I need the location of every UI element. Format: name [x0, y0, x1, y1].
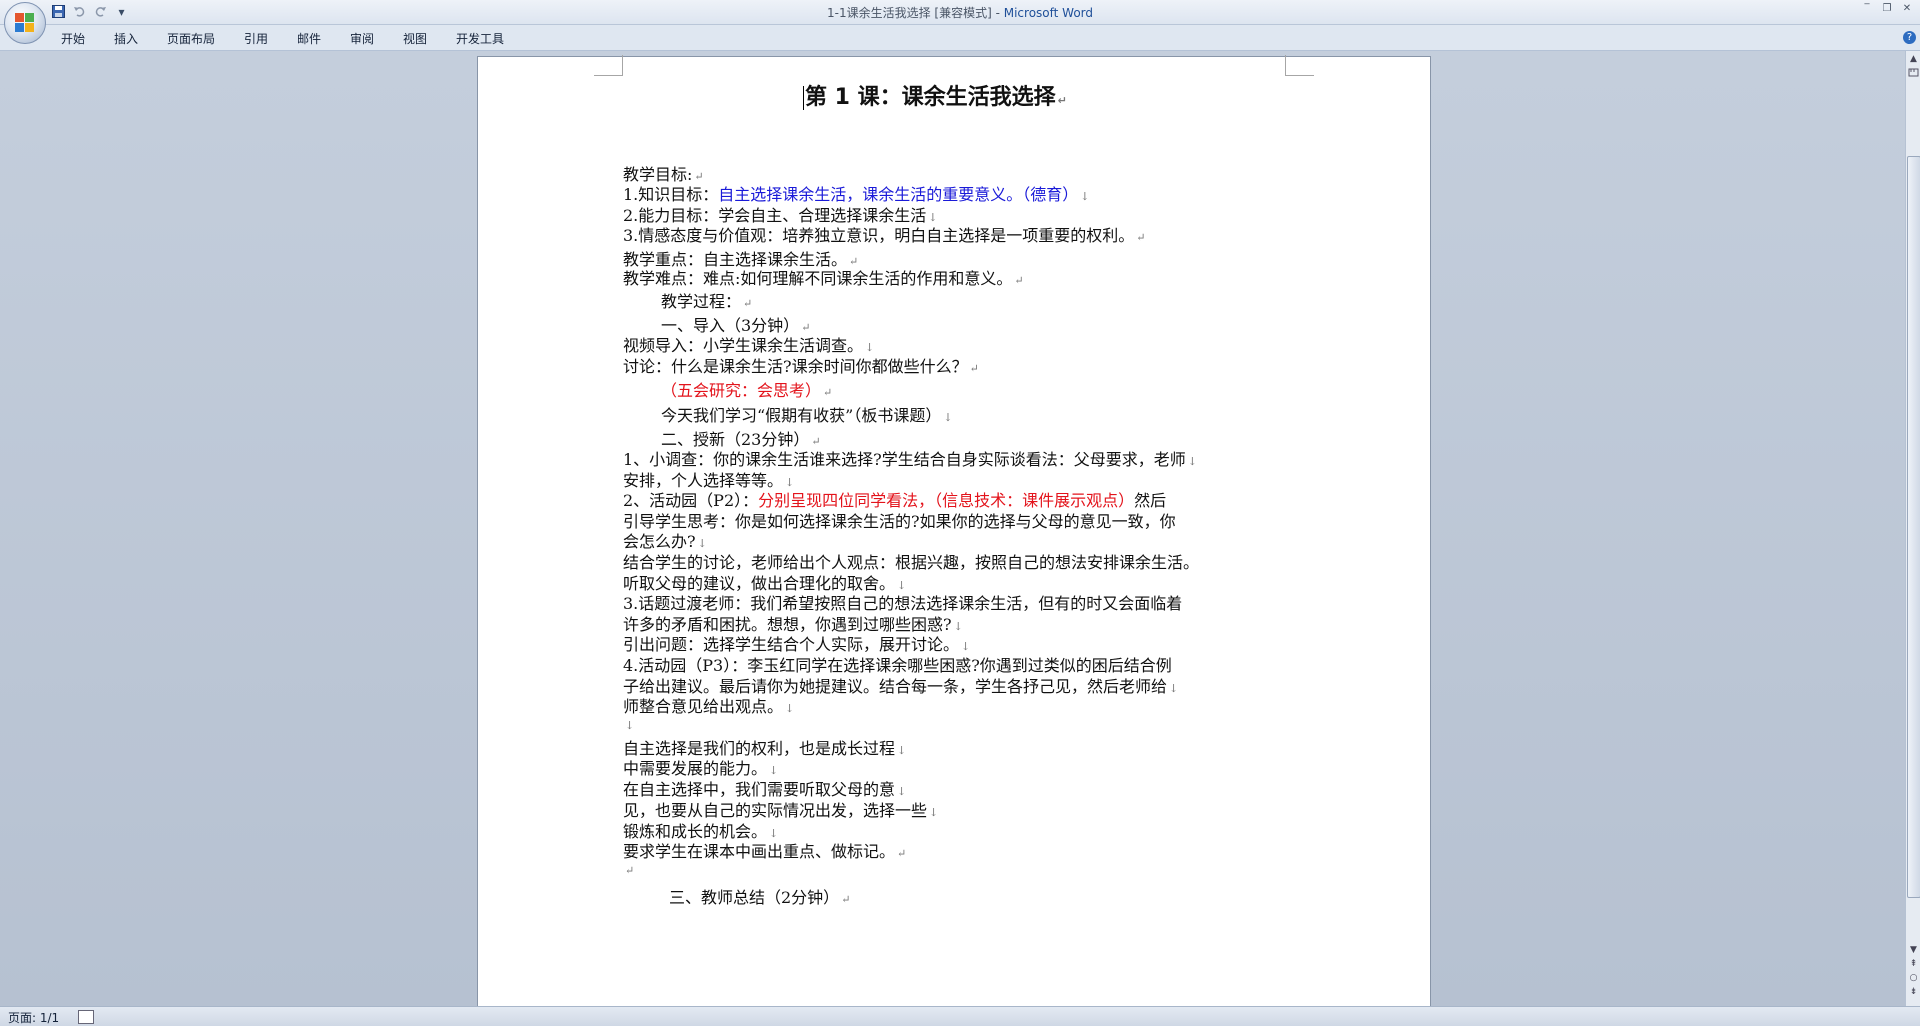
document-line[interactable]: 师整合意见给出观点。 ↓ — [623, 693, 794, 717]
minimize-button[interactable]: ‾ — [1860, 2, 1874, 16]
document-line[interactable]: 教学过程： ↵ — [661, 288, 752, 312]
paragraph-mark: ↓ — [929, 806, 939, 819]
document-title: 1-1课余生活我选择 [兼容模式] — [826, 6, 992, 20]
text-cursor — [803, 86, 804, 110]
document-line[interactable]: 教学难点：难点:如何理解不同课余生活的作用和意义。 ↵ — [623, 265, 1024, 289]
office-logo-icon — [15, 13, 35, 33]
paragraph-mark: ↓ — [625, 719, 635, 732]
app-name: Microsoft Word — [1003, 6, 1094, 20]
window-controls: ‾ ❐ ✕ — [1860, 2, 1914, 16]
tab-page-layout[interactable]: 页面布局 — [167, 30, 215, 47]
paragraph-mark: ↵ — [1057, 94, 1067, 107]
document-line[interactable]: 要求学生在课本中画出重点、做标记。 ↵ — [623, 838, 906, 862]
status-bar: 页面: 1/1 — [0, 1006, 1920, 1026]
tab-view[interactable]: 视图 — [403, 30, 427, 47]
paragraph-mark: ↵ — [841, 893, 851, 906]
document-heading[interactable]: 第 1 课：课余生活我选择 ↵ — [803, 79, 1067, 111]
ribbon-tab-bar: 开始 插入 页面布局 引用 邮件 审阅 视图 开发工具 ? — [0, 25, 1920, 51]
paragraph-mark: ↓ — [1187, 455, 1197, 468]
tab-developer[interactable]: 开发工具 — [456, 30, 504, 47]
paragraph-mark: ↓ — [943, 411, 953, 424]
document-text-run: 师整合意见给出观点。 — [623, 697, 784, 716]
title-separator: - — [991, 6, 1004, 20]
tab-insert[interactable]: 插入 — [114, 30, 138, 47]
tab-home[interactable]: 开始 — [61, 30, 85, 47]
paragraph-mark: ↵ — [823, 386, 833, 399]
document-line[interactable]: 今天我们学习“假期有收获”（板书课题） ↓ — [661, 402, 953, 426]
page-count-status[interactable]: 页面: 1/1 — [8, 1009, 59, 1026]
document-line[interactable]: 3.情感态度与价值观：培养独立意识，明白自主选择是一项重要的权利。 ↵ — [623, 222, 1146, 246]
paragraph-mark: ↵ — [897, 847, 907, 860]
document-line[interactable]: ↵ — [623, 859, 634, 878]
paragraph-mark: ↵ — [969, 362, 979, 375]
document-workspace: 第 1 课：课余生活我选择 ↵ 教学目标: ↵ 1.知识目标：自主选择课余生活，课余生… — [0, 51, 1905, 1006]
select-browse-object-icon[interactable]: ○ — [1907, 972, 1920, 985]
document-line[interactable]: 讨论：什么是课余生活?课余时间你都做些什么？ ↵ — [623, 353, 979, 377]
document-page[interactable]: 第 1 课：课余生活我选择 ↵ 教学目标: ↵ 1.知识目标：自主选择课余生活，课余生… — [478, 55, 1430, 1006]
tab-references[interactable]: 引用 — [244, 30, 268, 47]
paragraph-mark: ↵ — [625, 864, 635, 877]
office-button[interactable] — [4, 2, 46, 44]
help-icon[interactable]: ? — [1903, 31, 1916, 44]
ruler-toggle-icon[interactable] — [1907, 67, 1920, 80]
document-text-run: 三、教师总结（2分钟） — [669, 888, 840, 907]
restore-button[interactable]: ❐ — [1880, 2, 1894, 16]
page-corner-mark — [1285, 55, 1314, 76]
document-line[interactable]: ↓ — [623, 714, 634, 733]
tab-mailings[interactable]: 邮件 — [297, 30, 321, 47]
document-text-run: （五会研究：会思考） — [661, 381, 822, 400]
document-text-run: 3.情感态度与价值观：培养独立意识，明白自主选择是一项重要的权利。 — [623, 226, 1135, 245]
paragraph-mark: ↵ — [743, 297, 753, 310]
document-line[interactable]: 三、教师总结（2分钟） ↵ — [669, 884, 850, 908]
close-button[interactable]: ✕ — [1900, 2, 1914, 16]
document-line[interactable]: （五会研究：会思考） ↵ — [661, 377, 832, 401]
document-text-run: 教学过程： — [661, 292, 742, 311]
document-text-run: 教学难点：难点:如何理解不同课余生活的作用和意义。 — [623, 269, 1013, 288]
previous-page-icon[interactable]: ⇞ — [1907, 958, 1920, 971]
next-page-icon[interactable]: ⇟ — [1907, 986, 1920, 999]
scroll-up-button[interactable]: ▲ — [1907, 53, 1920, 66]
paragraph-mark: ↓ — [1080, 190, 1090, 203]
window-title: 1-1课余生活我选择 [兼容模式] - Microsoft Word — [0, 4, 1920, 21]
document-heading-text: 第 1 课：课余生活我选择 — [805, 85, 1056, 110]
vertical-scrollbar[interactable]: ▲ ▼ ⇞ ○ ⇟ — [1905, 51, 1920, 1006]
page-corner-mark — [594, 55, 623, 76]
document-text-run: 今天我们学习“假期有收获”（板书课题） — [661, 406, 942, 425]
document-text-run: 要求学生在课本中画出重点、做标记。 — [623, 842, 896, 861]
tab-review[interactable]: 审阅 — [350, 30, 374, 47]
proofing-icon[interactable] — [78, 1010, 94, 1024]
paragraph-mark: ↵ — [1136, 231, 1146, 244]
paragraph-mark: ↵ — [1014, 274, 1024, 287]
scrollbar-thumb[interactable] — [1907, 156, 1920, 898]
paragraph-mark: ↓ — [785, 702, 795, 715]
title-bar: ▾ 1-1课余生活我选择 [兼容模式] - Microsoft Word ‾ ❐… — [0, 0, 1920, 25]
document-text-run: 讨论：什么是课余生活?课余时间你都做些什么？ — [623, 357, 968, 376]
paragraph-mark: ↓ — [897, 744, 907, 757]
scroll-down-button[interactable]: ▼ — [1907, 944, 1920, 957]
paragraph-mark: ↓ — [1169, 682, 1179, 695]
